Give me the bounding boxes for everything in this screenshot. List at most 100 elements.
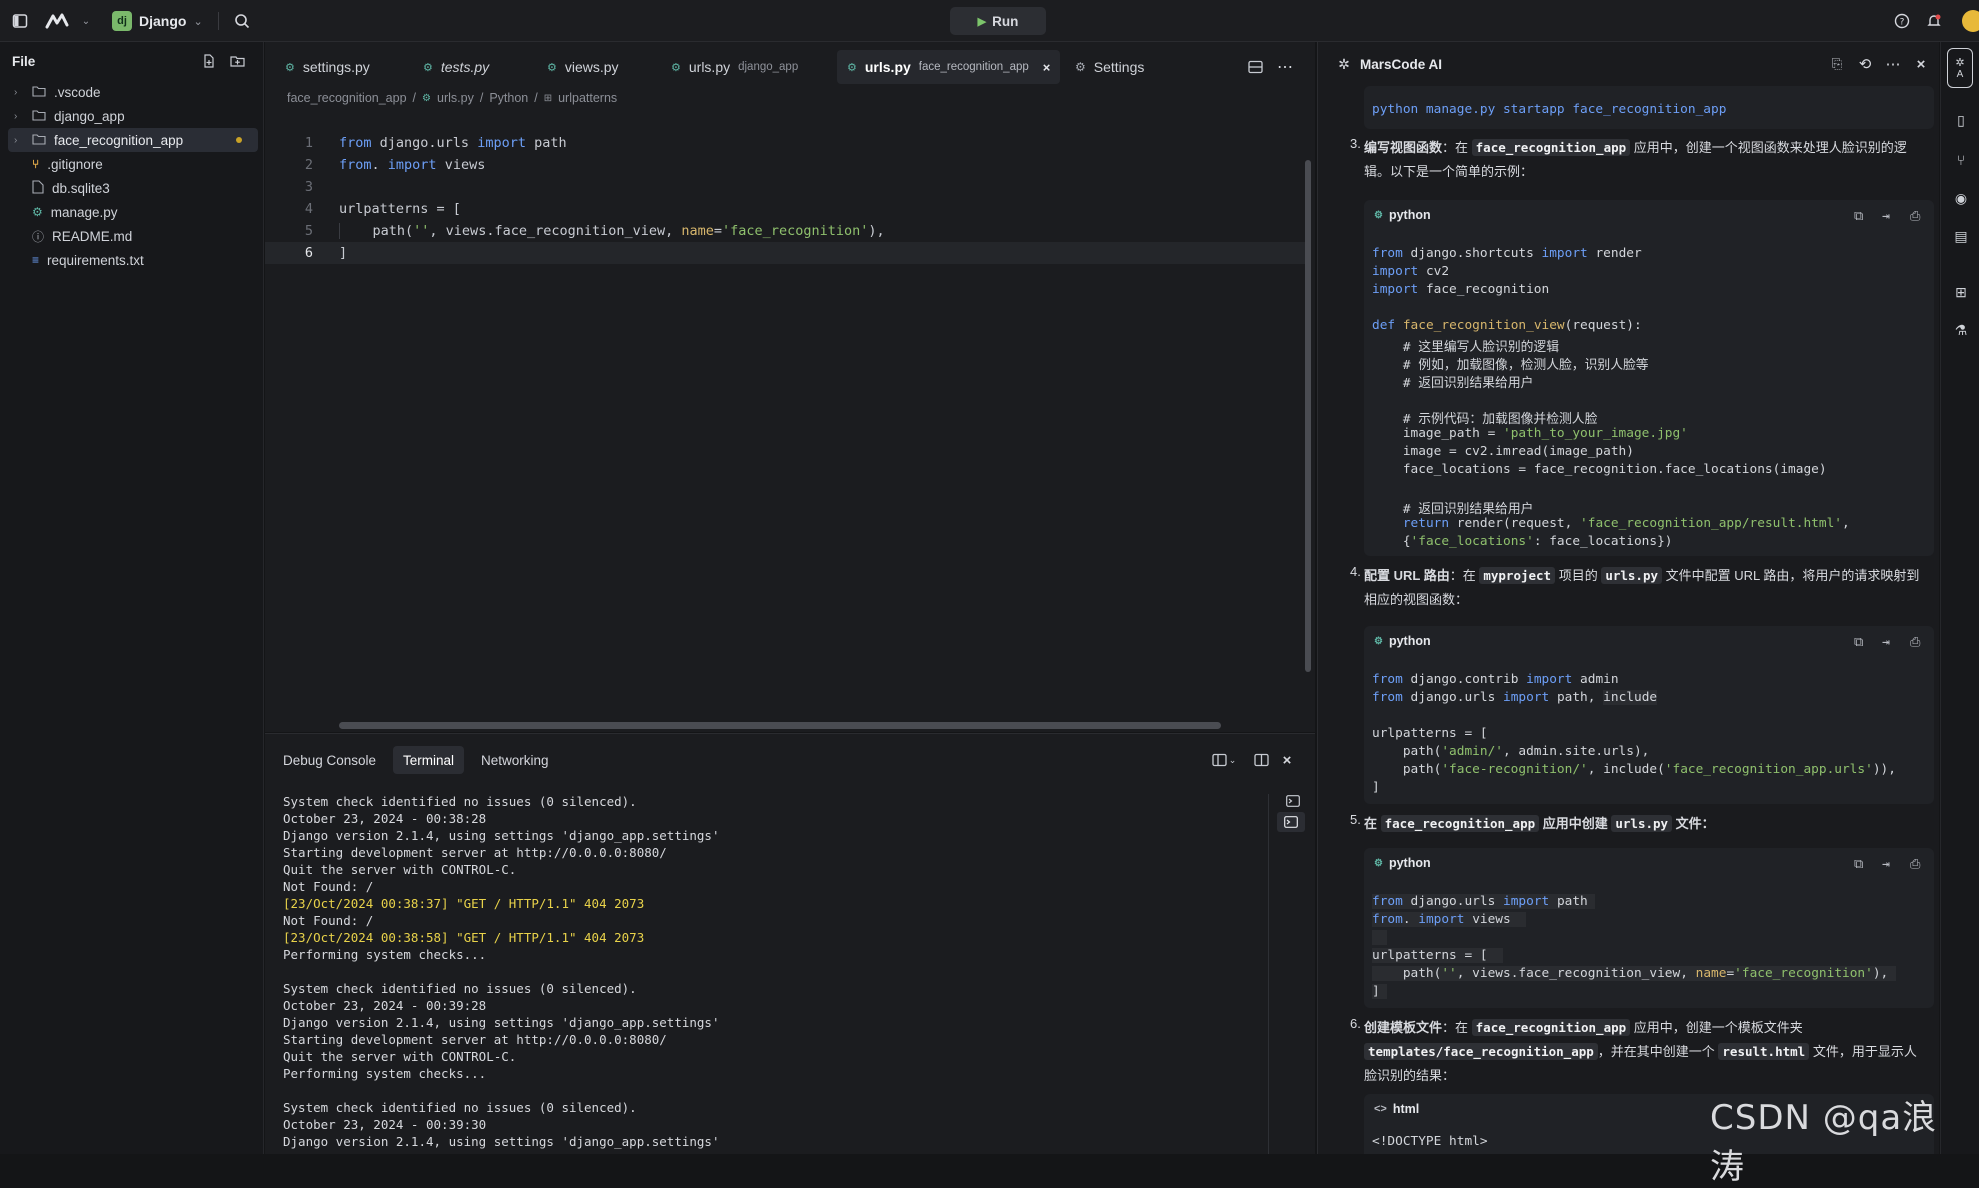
copy-icon[interactable]: ⧉ [1854,857,1863,872]
terminal-instance-icon[interactable] [1277,812,1305,832]
code-block-header: ⚙ python [1374,634,1431,648]
breadcrumb-item[interactable]: face_recognition_app [287,91,407,105]
help-icon[interactable]: ? [1892,11,1912,31]
apply-code-icon[interactable]: ⎙ [1910,209,1920,224]
code-block: ⚙ python ⧉ ⇥ ⎙ from django.contrib import… [1364,626,1934,804]
tree-item-label: .gitignore [47,156,103,172]
insert-code-icon[interactable]: ⇥ [1882,209,1890,224]
tree-file-requirements[interactable]: ≡ requirements.txt [8,248,258,272]
code-line: 2 from. import views [265,154,1305,176]
close-icon[interactable]: × [1912,55,1930,73]
new-file-icon[interactable] [200,52,218,70]
terminal-line: Django version 2.1.4, using settings 'dj… [283,828,720,843]
document-icon[interactable]: ▯ [1951,110,1971,130]
apply-code-icon[interactable]: ⎙ [1910,857,1920,872]
code-comment: # 返回识别结果给用户 [1402,502,1534,517]
terminal-output[interactable]: System check identified no issues (0 sil… [265,794,1265,1154]
inline-code: myproject [1479,567,1556,584]
ai-scroll-area[interactable]: python manage.py startapp face_recogniti… [1318,86,1940,1154]
tab-label: settings.py [302,59,370,75]
marscode-logo-icon[interactable] [44,11,74,31]
toggle-sidebar-icon[interactable] [10,11,30,31]
tab-networking[interactable]: Networking [471,746,559,774]
ai-assistant-icon[interactable]: ✲ A [1947,48,1973,88]
terminal-line: System check identified no issues (0 sil… [283,794,637,809]
run-button[interactable]: ▶ Run [950,7,1046,35]
tab-tests-py[interactable]: ⚙ tests.py [415,50,497,84]
apply-code-icon[interactable]: ⎙ [1910,635,1920,650]
terminal-instance-icon[interactable] [1283,792,1303,810]
terminal-line: System check identified no issues (0 sil… [283,1100,637,1115]
insert-code-icon[interactable]: ⇥ [1882,857,1890,872]
split-editor-icon[interactable] [1245,57,1265,77]
tree-file-gitignore[interactable]: ⑂ .gitignore [8,152,258,176]
text: ：在 [1442,1020,1472,1035]
python-icon: ⚙ [422,92,431,104]
apps-grid-icon[interactable]: ⊞ [1951,282,1971,302]
text: ，并在其中创建一个 [1597,1044,1719,1059]
book-icon[interactable]: ▤ [1951,226,1971,246]
copy-icon[interactable]: ⧉ [1854,209,1863,224]
copy-icon[interactable]: ⧉ [1854,635,1863,650]
tree-folder-vscode[interactable]: › .vscode [8,80,258,104]
horizontal-scrollbar[interactable] [339,722,1221,729]
line-number: 4 [304,201,313,217]
tab-label: views.py [564,59,619,75]
python-icon: ⚙ [32,205,43,219]
tab-urls-py-face-recognition-app[interactable]: ⚙ urls.py face_recognition_app × [837,50,1061,84]
project-name: Django [139,13,187,29]
watermark: CSDN @qa浪涛 [1710,1098,1938,1187]
tree-folder-face-recognition-app[interactable]: › face_recognition_app [8,128,258,152]
explorer-title: File [12,54,36,69]
tab-settings[interactable]: ⚙ Settings [1067,50,1152,84]
breadcrumb: face_recognition_app / ⚙ urls.py / Pytho… [287,88,617,108]
text: 应用中，创建一个视图函数来处理人脸识别的逻 [1630,140,1907,155]
new-chat-icon[interactable]: ⎘ [1828,55,1846,73]
svg-text:?: ? [1900,18,1905,28]
inline-code: result.html [1718,1043,1810,1060]
project-switcher[interactable]: dj Django ⌄ [112,9,203,33]
breadcrumb-separator: / [479,91,484,105]
insert-code-icon[interactable]: ⇥ [1882,635,1890,650]
python-icon: ⚙ [1374,857,1383,869]
close-icon[interactable]: × [1043,60,1051,75]
breadcrumb-item[interactable]: urlpatterns [558,91,617,105]
history-icon[interactable]: ⟲ [1856,55,1874,73]
new-folder-icon[interactable] [228,52,246,70]
flask-icon[interactable]: ⚗ [1951,320,1971,340]
text: ：在 [1449,568,1480,583]
layout-toggle-icon[interactable]: ⌄ [1209,750,1239,770]
more-icon[interactable]: ⋯ [1275,57,1295,77]
notification-bell-icon[interactable] [1924,11,1944,31]
git-branch-icon[interactable]: ⑂ [1951,150,1971,170]
breadcrumb-separator: / [412,91,417,105]
code-language-label: python [1388,634,1431,648]
split-panel-icon[interactable] [1251,750,1271,770]
breadcrumb-item[interactable]: Python [489,91,528,105]
code-block-header: <> html [1374,1102,1419,1116]
tab-settings-py[interactable]: ⚙ settings.py [277,50,378,84]
eye-icon[interactable]: ◉ [1951,188,1971,208]
breadcrumb-item[interactable]: urls.py [437,91,474,105]
tab-views-py[interactable]: ⚙ views.py [539,50,627,84]
close-panel-icon[interactable]: × [1277,750,1297,770]
step-text: 配置 URL 路由：在 myproject 项目的 urls.py 文件中配置 … [1364,564,1934,612]
avatar[interactable] [1962,10,1979,32]
code-block-header: ⚙ python [1374,208,1431,222]
variable-icon: ⊞ [543,92,553,104]
search-icon[interactable] [232,11,252,31]
tree-file-readme[interactable]: ⓘ README.md [8,224,258,248]
tree-file-db-sqlite3[interactable]: db.sqlite3 [8,176,258,200]
chevron-down-icon[interactable]: ⌄ [80,14,92,28]
git-icon: ⑂ [32,157,40,171]
vertical-scrollbar[interactable] [1305,160,1311,672]
tree-file-manage-py[interactable]: ⚙ manage.py [8,200,258,224]
tab-urls-py-django-app[interactable]: ⚙ urls.py django_app [663,50,806,84]
code-language-label: python [1388,856,1431,870]
tab-debug-console[interactable]: Debug Console [273,746,386,774]
more-icon[interactable]: ⋯ [1884,55,1902,73]
tab-terminal[interactable]: Terminal [393,746,465,774]
step-text: 编写视图函数：在 face_recognition_app 应用中，创建一个视图… [1364,136,1934,184]
code-area[interactable]: 1 from django.urls import path 2 from. i… [265,122,1305,682]
tree-folder-django-app[interactable]: › django_app [8,104,258,128]
